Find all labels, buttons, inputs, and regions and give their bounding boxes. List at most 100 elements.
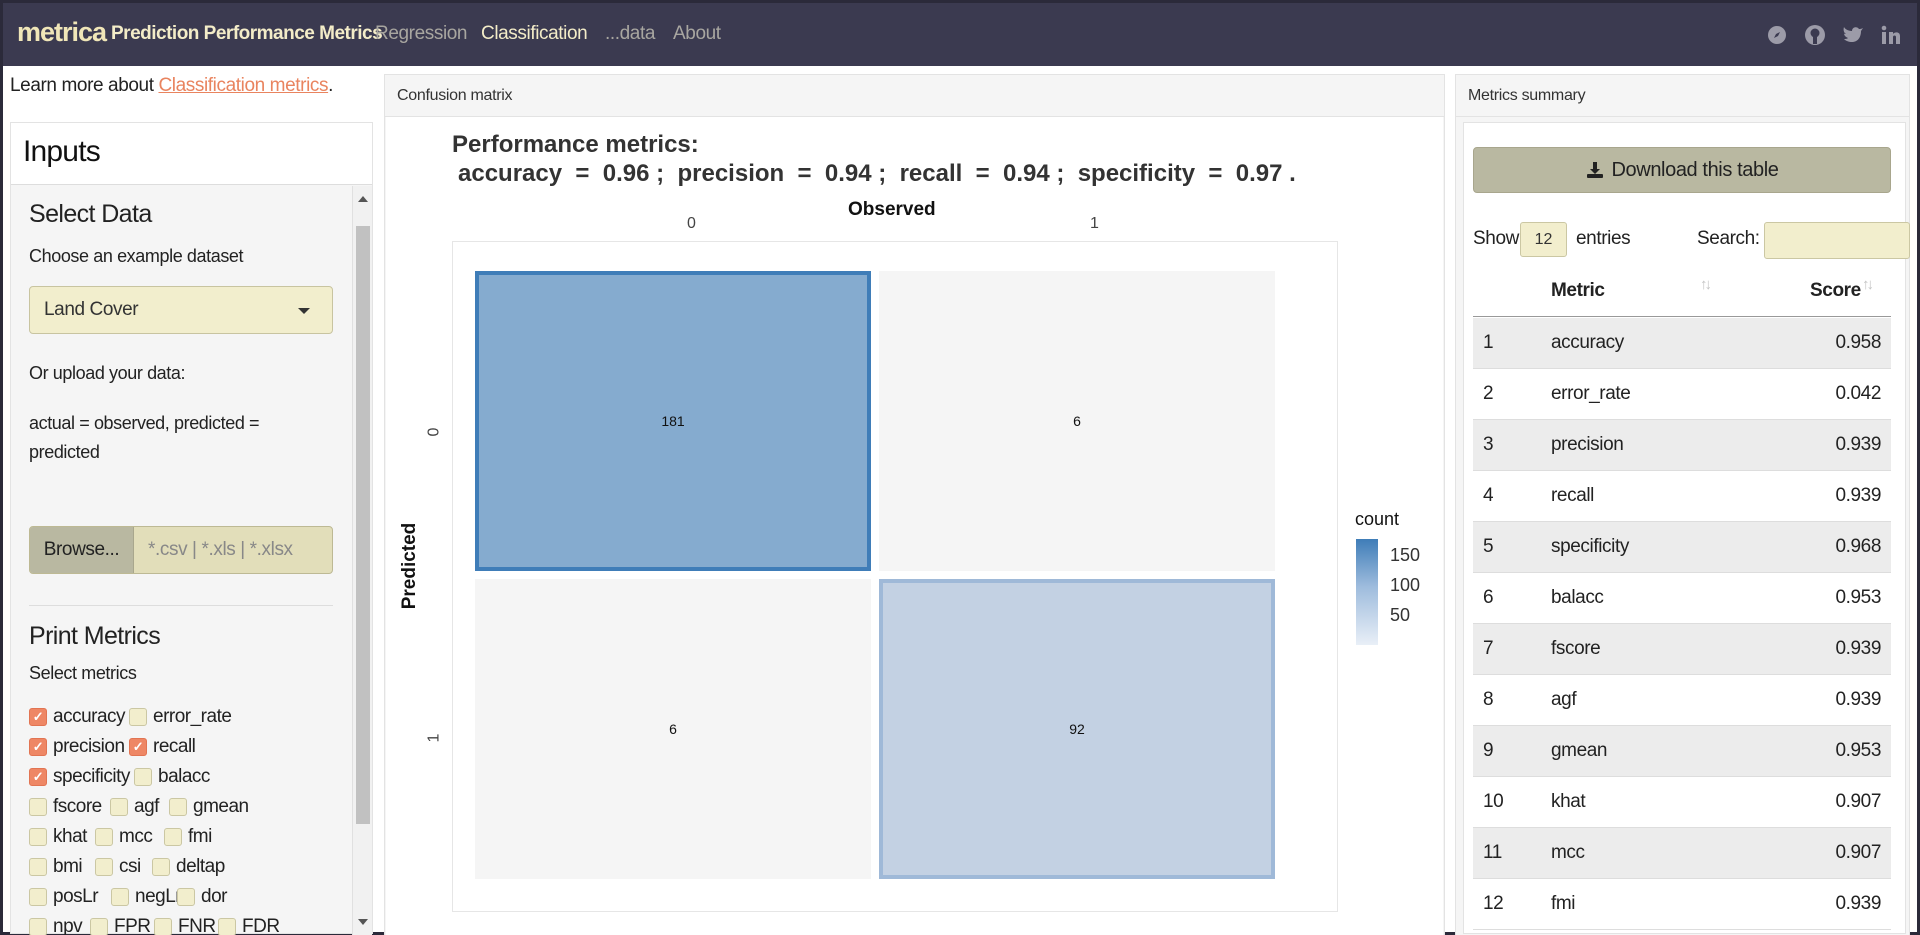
col-header-score[interactable]: Score xyxy=(1810,280,1861,302)
table-row[interactable]: 7 fscore 0.939 xyxy=(1473,624,1891,675)
metric-checkbox-csi[interactable]: csi xyxy=(95,856,141,878)
checkbox-unchecked-icon[interactable] xyxy=(164,828,182,846)
table-row[interactable]: 10 khat 0.907 xyxy=(1473,777,1891,828)
table-row[interactable]: 6 balacc 0.953 xyxy=(1473,573,1891,624)
checkbox-unchecked-icon[interactable] xyxy=(90,918,108,935)
nav-about[interactable]: About xyxy=(673,23,721,45)
sort-score-icon[interactable]: ↑↓ xyxy=(1862,276,1874,293)
row-score: 0.939 xyxy=(1835,893,1881,914)
metric-checkbox-specificity[interactable]: ✓ specificity xyxy=(29,766,130,788)
checkbox-unchecked-icon[interactable] xyxy=(29,888,47,906)
metric-checkbox-accuracy[interactable]: ✓ accuracy xyxy=(29,706,126,728)
metric-checkbox-recall[interactable]: ✓ recall xyxy=(129,736,196,758)
brand-logo[interactable]: metrica xyxy=(17,17,107,48)
metric-checkbox-agf[interactable]: agf xyxy=(110,796,159,818)
entries-length-select[interactable]: 12 xyxy=(1520,222,1567,257)
table-row[interactable]: 12 fmi 0.939 xyxy=(1473,879,1891,930)
inputs-scroll-area[interactable]: Select Data Choose an example dataset La… xyxy=(11,186,372,935)
checkbox-checked-icon[interactable]: ✓ xyxy=(29,768,47,786)
checkbox-unchecked-icon[interactable] xyxy=(29,798,47,816)
row-metric: error_rate xyxy=(1551,383,1631,404)
checkbox-unchecked-icon[interactable] xyxy=(177,888,195,906)
social-icons xyxy=(1765,23,1903,47)
cell-count-label: 181 xyxy=(661,413,685,429)
github-icon[interactable] xyxy=(1803,23,1827,47)
checkbox-checked-icon[interactable]: ✓ xyxy=(129,738,147,756)
checkbox-unchecked-icon[interactable] xyxy=(154,918,172,935)
metric-checkbox-label: precision xyxy=(53,736,125,757)
col-header-metric[interactable]: Metric xyxy=(1551,280,1605,302)
checkbox-unchecked-icon[interactable] xyxy=(95,858,113,876)
row-score: 0.953 xyxy=(1835,740,1881,761)
browse-button[interactable]: Browse... xyxy=(30,527,134,573)
metric-checkbox-mcc[interactable]: mcc xyxy=(95,826,153,848)
checkbox-unchecked-icon[interactable] xyxy=(95,828,113,846)
metric-checkbox-fnr[interactable]: FNR xyxy=(154,916,216,935)
linkedin-icon[interactable] xyxy=(1879,23,1903,47)
twitter-icon[interactable] xyxy=(1841,23,1865,47)
metric-checkbox-bmi[interactable]: bmi xyxy=(29,856,83,878)
metric-checkbox-npv[interactable]: npv xyxy=(29,916,83,935)
metric-checkbox-fmi[interactable]: fmi xyxy=(164,826,212,848)
table-row[interactable]: 11 mcc 0.907 xyxy=(1473,828,1891,879)
checkbox-checked-icon[interactable]: ✓ xyxy=(29,738,47,756)
brand-subtitle[interactable]: Prediction Performance Metrics xyxy=(111,23,383,45)
dataset-select[interactable]: Land Cover xyxy=(29,286,333,334)
download-table-button[interactable]: Download this table xyxy=(1473,147,1891,193)
scroll-up-icon[interactable] xyxy=(358,196,368,202)
classification-metrics-link[interactable]: Classification metrics xyxy=(158,75,328,96)
metric-checkbox-label: khat xyxy=(53,826,87,847)
table-search-input[interactable] xyxy=(1764,222,1910,259)
checkbox-unchecked-icon[interactable] xyxy=(152,858,170,876)
checkbox-checked-icon[interactable]: ✓ xyxy=(29,708,47,726)
scroll-thumb[interactable] xyxy=(356,226,370,824)
checkbox-unchecked-icon[interactable] xyxy=(111,888,129,906)
entries-label: entries xyxy=(1576,228,1631,249)
checkbox-unchecked-icon[interactable] xyxy=(218,918,236,935)
metric-checkbox-khat[interactable]: khat xyxy=(29,826,87,848)
row-number: 12 xyxy=(1483,893,1504,914)
metric-checkbox-deltap[interactable]: deltap xyxy=(152,856,225,878)
checkbox-unchecked-icon[interactable] xyxy=(134,768,152,786)
nav-regression[interactable]: Regression xyxy=(375,23,468,45)
metric-checkbox-poslr[interactable]: posLr xyxy=(29,886,99,908)
checkbox-unchecked-icon[interactable] xyxy=(129,708,147,726)
metric-checkbox-error-rate[interactable]: error_rate xyxy=(129,706,232,728)
metric-checkbox-balacc[interactable]: balacc xyxy=(134,766,210,788)
learn-suffix: . xyxy=(328,75,333,96)
metric-checkbox-fdr[interactable]: FDR xyxy=(218,916,280,935)
scroll-down-icon[interactable] xyxy=(358,919,368,925)
table-row[interactable]: 3 precision 0.939 xyxy=(1473,420,1891,471)
metrics-summary-title: Metrics summary xyxy=(1468,87,1586,104)
checkbox-unchecked-icon[interactable] xyxy=(169,798,187,816)
checkbox-unchecked-icon[interactable] xyxy=(29,828,47,846)
table-row[interactable]: 9 gmean 0.953 xyxy=(1473,726,1891,777)
row-score: 0.907 xyxy=(1835,842,1881,863)
table-row[interactable]: 2 error_rate 0.042 xyxy=(1473,369,1891,420)
metric-checkbox-fscore[interactable]: fscore xyxy=(29,796,102,818)
table-row[interactable]: 1 accuracy 0.958 xyxy=(1473,318,1891,369)
row-number: 2 xyxy=(1483,383,1494,404)
metric-checkbox-fpr[interactable]: FPR xyxy=(90,916,151,935)
metric-checkbox-neglr[interactable]: negLr xyxy=(111,886,182,908)
table-row[interactable]: 5 specificity 0.968 xyxy=(1473,522,1891,573)
nav-classification[interactable]: Classification xyxy=(481,23,588,45)
checkbox-unchecked-icon[interactable] xyxy=(110,798,128,816)
legend-tick-50: 50 xyxy=(1390,605,1411,625)
checkbox-unchecked-icon[interactable] xyxy=(29,858,47,876)
nav-data[interactable]: ...data xyxy=(605,23,655,45)
metric-checkbox-precision[interactable]: ✓ precision xyxy=(29,736,125,758)
inputs-header: Inputs xyxy=(11,123,372,185)
row-number: 9 xyxy=(1483,740,1494,761)
metric-checkbox-gmean[interactable]: gmean xyxy=(169,796,249,818)
checkbox-unchecked-icon[interactable] xyxy=(29,918,47,935)
table-row[interactable]: 4 recall 0.939 xyxy=(1473,471,1891,522)
row-number: 3 xyxy=(1483,434,1494,455)
file-upload[interactable]: Browse... *.csv | *.xls | *.xlsx xyxy=(29,526,333,574)
inputs-scrollbar[interactable] xyxy=(352,186,372,935)
compass-icon[interactable] xyxy=(1765,23,1789,47)
row-number: 4 xyxy=(1483,485,1494,506)
sort-metric-icon[interactable]: ↑↓ xyxy=(1700,276,1712,293)
table-row[interactable]: 8 agf 0.939 xyxy=(1473,675,1891,726)
metric-checkbox-dor[interactable]: dor xyxy=(177,886,227,908)
